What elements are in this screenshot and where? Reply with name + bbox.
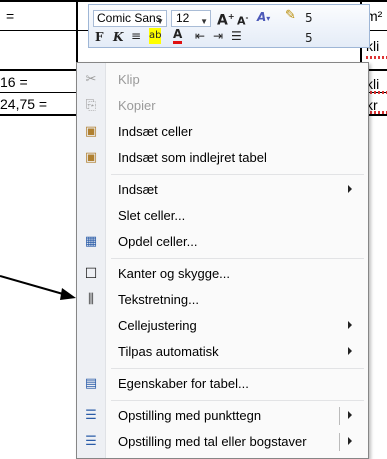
grow-font-icon[interactable]: A+ (217, 9, 235, 29)
decrease-indent-icon[interactable]: ⇤ (195, 28, 205, 44)
menu-item-tekstretning[interactable]: ⫼ Tekstretning... (77, 287, 368, 313)
split-divider (339, 407, 340, 425)
copy-icon: ⎘ (85, 98, 97, 113)
increase-indent-icon[interactable]: ⇥ (213, 28, 223, 44)
paste-icon: ▣ (84, 124, 98, 139)
menu-separator (111, 368, 364, 369)
bold-icon[interactable]: F (95, 29, 104, 45)
menu-item-opstilling-med-tal-eller-bogstaver[interactable]: ☰ Opstilling med tal eller bogstaver (77, 429, 368, 455)
menu-item-tilpas-automatisk[interactable]: Tilpas automatisk (77, 339, 368, 365)
menu-item-label: Opdel celler... (118, 234, 198, 249)
font-color-icon[interactable]: A (173, 28, 183, 44)
split-divider (339, 433, 340, 451)
shrink-font-icon[interactable]: A- (237, 10, 248, 30)
bullets-icon[interactable]: ☰ (231, 28, 242, 44)
menu-item-label: Egenskaber for tabel... (118, 376, 249, 391)
menu-item-label: Klip (118, 72, 140, 87)
menu-item-opstilling-med-punkttegn[interactable]: ☰ Opstilling med punkttegn (77, 403, 368, 429)
borders-icon: ☐ (84, 266, 98, 282)
context-menu: ✂ Klip ⎘ Kopier ▣ Indsæt celler ▣ Indsæt… (76, 62, 369, 459)
font-size-value: 12 (176, 11, 190, 25)
format-painter-icon[interactable]: ✎ (285, 8, 296, 24)
menu-item-label: Slet celler... (118, 208, 186, 223)
menu-item-label: Cellejustering (118, 318, 197, 333)
menu-item-slet-celler[interactable]: Slet celler... (77, 203, 368, 229)
menu-item-indsaet-som-indlejret-tabel[interactable]: ▣ Indsæt som indlejret tabel (77, 145, 368, 171)
center-align-icon[interactable]: ≡ (131, 28, 141, 44)
submenu-arrow-icon (348, 347, 352, 355)
menu-item-indsaet-celler[interactable]: ▣ Indsæt celler (77, 119, 368, 145)
font-size-box[interactable]: 12 ▼ (171, 10, 211, 27)
menu-item-klip[interactable]: ✂ Klip (77, 67, 368, 93)
menu-item-egenskaber-for-tabel[interactable]: ▤ Egenskaber for tabel... (77, 371, 368, 397)
partial-text: 5 (305, 31, 313, 45)
text-direction-icon: ⫼ (88, 292, 94, 307)
menu-item-label: Indsæt (118, 182, 158, 197)
numbered-list-icon: ☰ (85, 434, 97, 449)
font-name-value: Comic Sans (97, 11, 162, 25)
paste-icon: ▣ (84, 150, 98, 165)
menu-item-cellejustering[interactable]: Cellejustering (77, 313, 368, 339)
menu-item-label: Indsæt celler (118, 124, 193, 139)
chevron-down-icon: ▼ (156, 17, 164, 26)
menu-item-indsaet[interactable]: Indsæt (77, 177, 368, 203)
submenu-arrow-icon (348, 411, 352, 419)
highlight-icon[interactable]: ab (149, 28, 162, 44)
menu-item-label: Opstilling med tal eller bogstaver (118, 434, 307, 449)
menu-item-kopier[interactable]: ⎘ Kopier (77, 93, 368, 119)
scissors-icon: ✂ (85, 72, 97, 87)
menu-item-opdel-celler[interactable]: ▦ Opdel celler... (77, 229, 368, 255)
font-name-box[interactable]: Comic Sans ▼ (93, 10, 167, 27)
italic-icon[interactable]: K (113, 29, 123, 45)
submenu-arrow-icon (348, 185, 352, 193)
menu-separator (111, 258, 364, 259)
submenu-arrow-icon (348, 321, 352, 329)
bullets-list-icon: ☰ (85, 408, 97, 423)
styles-icon[interactable]: A▾ (257, 9, 270, 27)
menu-separator (111, 400, 364, 401)
submenu-arrow-icon (348, 437, 352, 445)
table-properties-icon: ▤ (84, 376, 98, 391)
menu-item-label: Kanter og skygge... (118, 266, 231, 281)
menu-item-kanter-og-skygge[interactable]: ☐ Kanter og skygge... (77, 261, 368, 287)
mini-toolbar: Comic Sans ▼ 12 ▼ A+ A- A▾ ✎ 5 F K ≡ ab A … (88, 4, 370, 48)
menu-separator (111, 174, 364, 175)
menu-item-label: Opstilling med punkttegn (118, 408, 262, 423)
partial-text: 5 (305, 11, 313, 25)
menu-item-label: Tilpas automatisk (118, 344, 219, 359)
menu-item-label: Indsæt som indlejret tabel (118, 150, 267, 165)
chevron-down-icon: ▼ (200, 17, 208, 26)
menu-item-label: Tekstretning... (118, 292, 199, 307)
menu-item-label: Kopier (118, 98, 156, 113)
split-cells-icon: ▦ (84, 234, 98, 249)
